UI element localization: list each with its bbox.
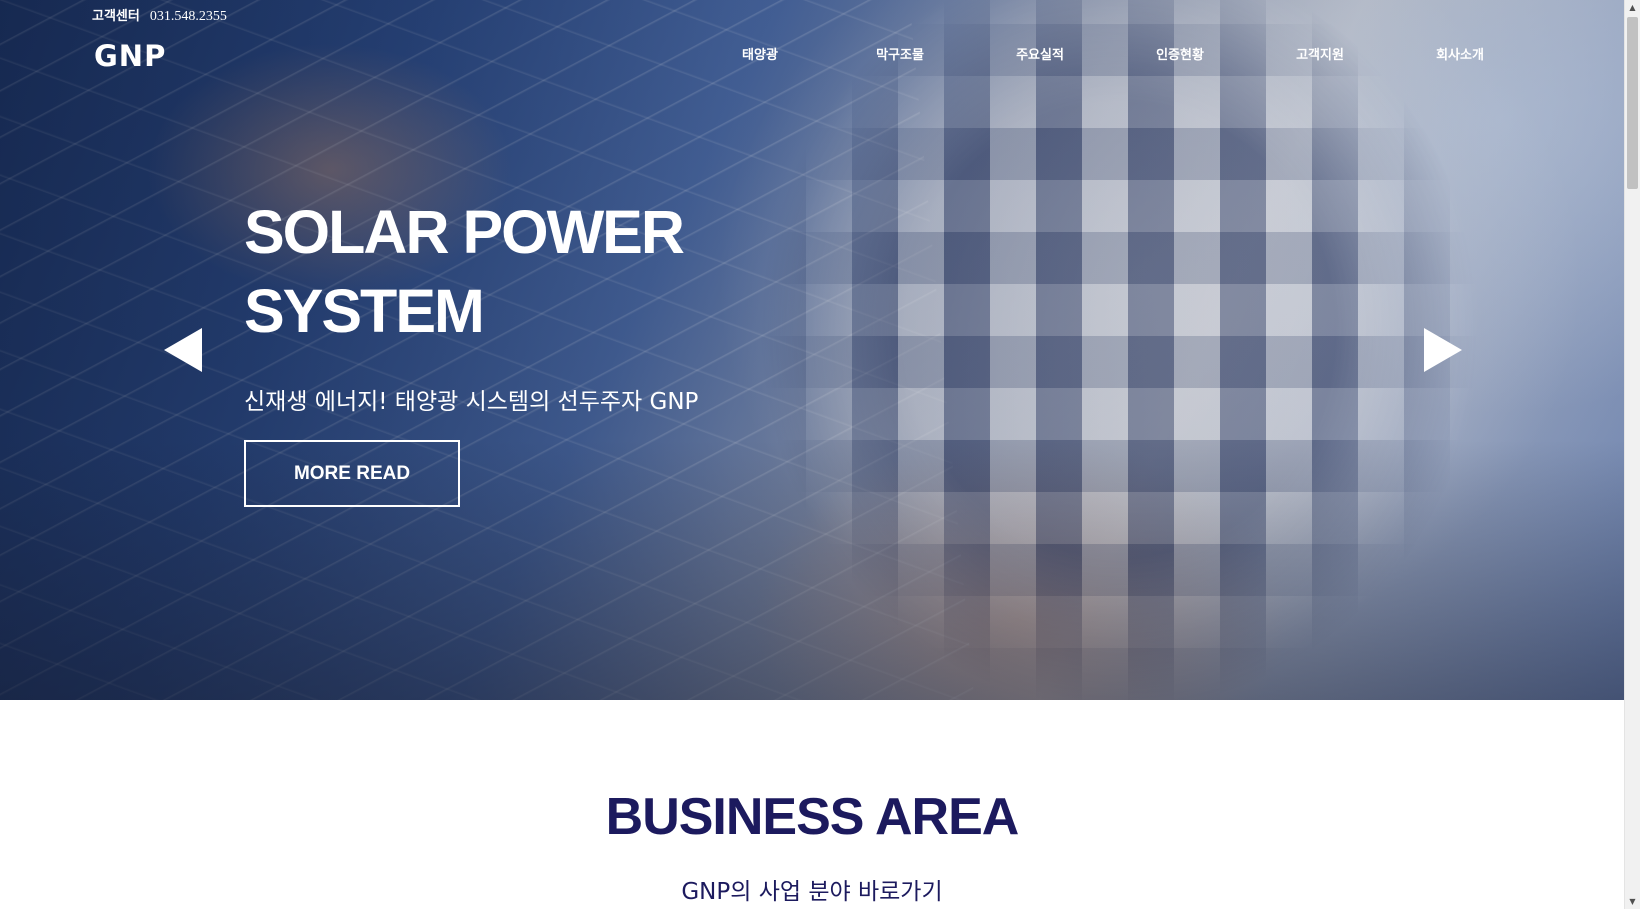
scroll-down-arrow-icon[interactable]: ▼ [1625, 894, 1640, 909]
prev-slide-arrow-icon[interactable] [162, 326, 204, 374]
page: 고객센터 031.548.2355 GNP 태양광 막구조물 주요실적 인증현황 … [0, 0, 1640, 909]
nav-item-solar[interactable]: 태양광 [742, 44, 778, 63]
nav-item-customer-support[interactable]: 고객지원 [1296, 44, 1344, 63]
logo[interactable]: GNP [94, 38, 166, 74]
hero-title: SOLAR POWER SYSTEM [244, 193, 764, 351]
hero-title-line1: SOLAR POWER [244, 198, 685, 266]
business-area-subtitle: GNP의 사업 분야 바로가기 [681, 879, 943, 905]
customer-center-label: 고객센터 [92, 9, 140, 24]
nav-item-certifications[interactable]: 인증현황 [1156, 44, 1204, 63]
hero-slider: 고객센터 031.548.2355 GNP 태양광 막구조물 주요실적 인증현황 … [0, 0, 1624, 700]
scroll-up-arrow-icon[interactable]: ▲ [1625, 0, 1640, 15]
triangle-left-icon [164, 328, 202, 372]
main-nav: 태양광 막구조물 주요실적 인증현황 고객지원 회사소개 [700, 44, 1490, 68]
vertical-scrollbar[interactable]: ▲ ▼ [1624, 0, 1640, 909]
nav-item-membrane-structure[interactable]: 막구조물 [876, 44, 924, 63]
more-read-button[interactable]: MORE READ [244, 440, 460, 507]
hero-title-line2: SYSTEM [244, 277, 485, 345]
customer-center-phone[interactable]: 031.548.2355 [150, 9, 227, 24]
scrollbar-thumb[interactable] [1627, 17, 1638, 189]
customer-center-info: 고객센터 031.548.2355 [92, 5, 227, 25]
nav-item-about-company[interactable]: 회사소개 [1436, 44, 1484, 63]
hero-subtitle: 신재생 에너지! 태양광 시스템의 선두주자 GNP [244, 389, 699, 415]
triangle-right-icon [1424, 328, 1462, 372]
nav-item-major-projects[interactable]: 주요실적 [1016, 44, 1064, 63]
business-area-title: BUSINESS AREA [605, 788, 1020, 846]
next-slide-arrow-icon[interactable] [1422, 326, 1464, 374]
